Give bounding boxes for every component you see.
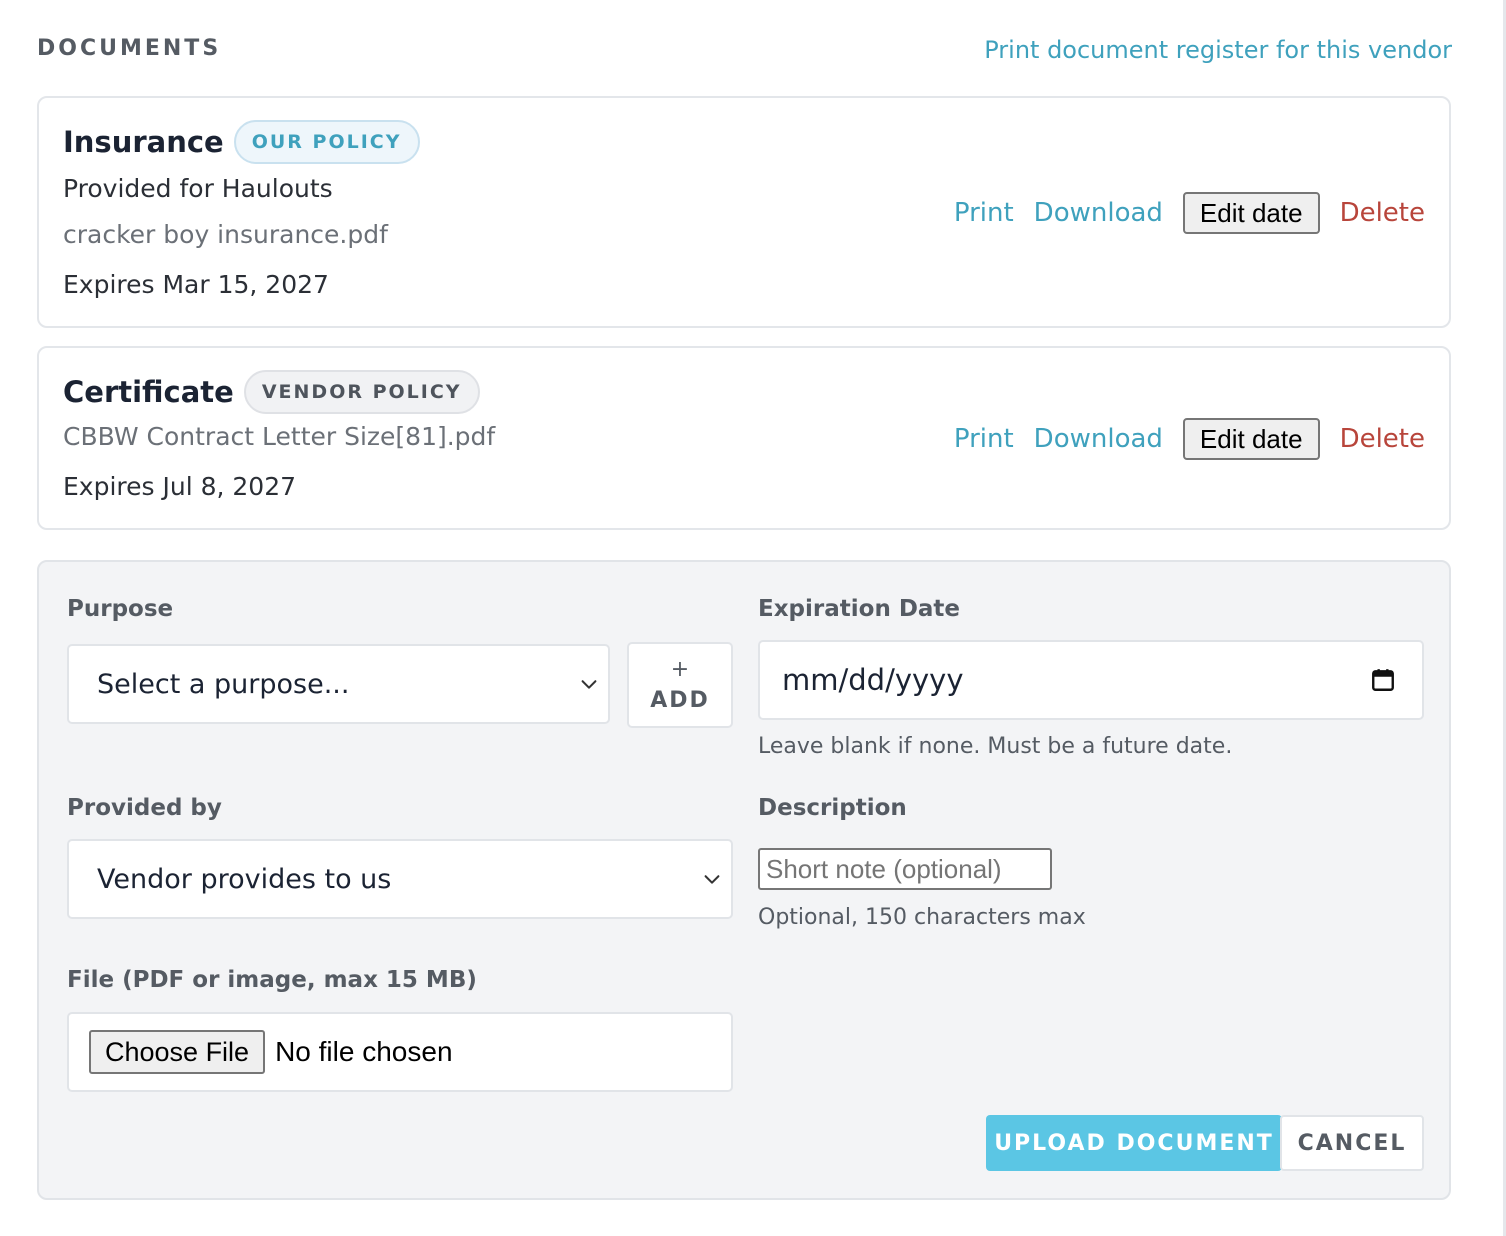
document-actions: Print Download Edit date Delete	[954, 192, 1425, 234]
delete-link[interactable]: Delete	[1340, 198, 1425, 228]
document-card-certificate: Certificate VENDOR POLICY CBBW Contract …	[37, 346, 1451, 530]
document-header: Insurance OUR POLICY	[63, 120, 420, 164]
purpose-label: Purpose	[67, 596, 174, 622]
provided-by-label: Provided by	[67, 795, 222, 821]
purpose-select[interactable]: Select a purpose...	[67, 644, 610, 724]
description-input[interactable]	[758, 848, 1052, 890]
expiration-help-text: Leave blank if none. Must be a future da…	[758, 734, 1233, 759]
cancel-button[interactable]: CANCEL	[1280, 1115, 1424, 1171]
chevron-down-icon	[581, 680, 597, 689]
provided-by-select[interactable]: Vendor provides to us	[67, 839, 733, 919]
document-title: Insurance	[63, 125, 224, 159]
plus-icon: +	[670, 656, 690, 682]
delete-link[interactable]: Delete	[1340, 424, 1425, 454]
policy-badge: VENDOR POLICY	[243, 370, 480, 414]
document-expiry: Expires Mar 15, 2027	[63, 270, 329, 299]
file-input[interactable]: Choose File No file chosen	[67, 1012, 733, 1092]
document-filename: cracker boy insurance.pdf	[63, 220, 388, 249]
provided-by-select-value: Vendor provides to us	[97, 863, 392, 895]
section-title: DOCUMENTS	[37, 36, 222, 61]
chevron-down-icon	[704, 875, 720, 884]
document-title: Certificate	[63, 375, 234, 409]
date-placeholder: mm/dd/yyyy	[782, 663, 964, 697]
document-expiry: Expires Jul 8, 2027	[63, 472, 297, 501]
document-filename: CBBW Contract Letter Size[81].pdf	[63, 422, 496, 451]
add-purpose-button[interactable]: + ADD	[627, 642, 733, 728]
expiration-date-input[interactable]: mm/dd/yyyy	[758, 640, 1424, 720]
document-header: Certificate VENDOR POLICY	[63, 370, 480, 414]
download-link[interactable]: Download	[1034, 424, 1163, 454]
file-status: No file chosen	[275, 1036, 453, 1067]
document-actions: Print Download Edit date Delete	[954, 418, 1425, 460]
expiration-date-label: Expiration Date	[758, 596, 961, 622]
purpose-select-value: Select a purpose...	[97, 668, 350, 700]
edit-date-button[interactable]: Edit date	[1182, 192, 1320, 234]
document-card-insurance: Insurance OUR POLICY Provided for Haulou…	[37, 96, 1451, 328]
upload-document-form: Purpose Select a purpose... + ADD Expira…	[37, 560, 1451, 1200]
description-label: Description	[758, 795, 907, 821]
upload-document-button[interactable]: UPLOAD DOCUMENT	[986, 1115, 1282, 1171]
print-register-link[interactable]: Print document register for this vendor	[984, 36, 1452, 64]
file-label: File (PDF or image, max 15 MB)	[67, 967, 477, 993]
policy-badge: OUR POLICY	[233, 120, 420, 164]
print-link[interactable]: Print	[954, 424, 1014, 454]
choose-file-button[interactable]: Choose File	[89, 1030, 266, 1074]
document-provided-for: Provided for Haulouts	[63, 174, 333, 203]
description-help-text: Optional, 150 characters max	[758, 905, 1086, 930]
calendar-icon[interactable]	[1370, 667, 1396, 693]
add-purpose-label: ADD	[650, 687, 710, 713]
edit-date-button[interactable]: Edit date	[1182, 418, 1320, 460]
download-link[interactable]: Download	[1034, 198, 1163, 228]
print-link[interactable]: Print	[954, 198, 1014, 228]
